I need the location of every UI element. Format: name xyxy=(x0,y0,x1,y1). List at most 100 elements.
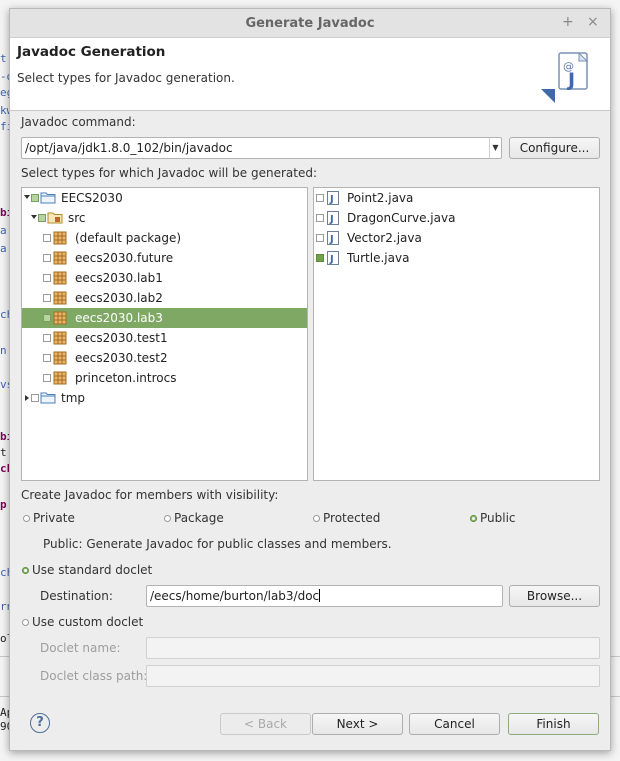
checkbox[interactable] xyxy=(43,254,51,262)
checkbox[interactable] xyxy=(31,394,39,402)
tree-item-tmp[interactable]: tmp xyxy=(22,388,307,408)
tree-item-label: (default package) xyxy=(75,231,182,245)
tree-item-package[interactable]: eecs2030.future xyxy=(22,248,307,268)
file-item-label: DragonCurve.java xyxy=(347,211,456,225)
javadoc-command-combo[interactable]: /opt/java/jdk1.8.0_102/bin/javadoc ▼ xyxy=(21,137,502,159)
checkbox[interactable] xyxy=(43,294,51,302)
source-folder-icon xyxy=(47,212,63,224)
browse-button[interactable]: Browse... xyxy=(509,585,600,607)
file-item[interactable]: J Point2.java xyxy=(314,188,599,208)
checkbox-checked[interactable] xyxy=(316,254,324,262)
doclet-classpath-label: Doclet class path: xyxy=(40,669,148,683)
standard-doclet-label[interactable]: Use standard doclet xyxy=(32,563,152,577)
package-icon xyxy=(53,311,67,325)
tree-item-package[interactable]: eecs2030.test1 xyxy=(22,328,307,348)
help-icon[interactable]: ? xyxy=(30,713,50,733)
svg-text:J: J xyxy=(329,254,334,265)
visibility-description: Public: Generate Javadoc for public clas… xyxy=(43,537,392,551)
expand-arrow-icon[interactable] xyxy=(24,195,30,199)
finish-button[interactable]: Finish xyxy=(508,713,599,735)
tree-item-package[interactable]: eecs2030.test2 xyxy=(22,348,307,368)
tree-item-label: eecs2030.lab1 xyxy=(75,271,163,285)
radio-standard-doclet[interactable] xyxy=(22,567,29,574)
package-tree[interactable]: EECS2030 src (default package) eecs2030.… xyxy=(21,187,308,481)
package-icon xyxy=(53,271,67,285)
radio-private[interactable] xyxy=(23,515,30,522)
radio-package-label[interactable]: Package xyxy=(174,511,224,525)
file-item-label: Point2.java xyxy=(347,191,414,205)
expand-arrow-icon[interactable] xyxy=(31,215,37,219)
package-icon xyxy=(53,231,67,245)
java-file-icon: J xyxy=(327,211,339,225)
checkbox[interactable] xyxy=(43,354,51,362)
checkbox[interactable] xyxy=(38,214,46,222)
package-icon xyxy=(53,291,67,305)
file-item[interactable]: J Vector2.java xyxy=(314,228,599,248)
checkbox[interactable] xyxy=(43,314,51,322)
checkbox[interactable] xyxy=(43,334,51,342)
collapse-arrow-icon[interactable] xyxy=(25,395,29,401)
checkbox[interactable] xyxy=(316,234,324,242)
svg-text:J: J xyxy=(329,194,334,205)
tree-item-label: eecs2030.lab3 xyxy=(75,311,163,325)
bg-fragment: a xyxy=(0,242,7,255)
bg-fragment: t xyxy=(0,52,7,65)
configure-button[interactable]: Configure... xyxy=(509,137,600,159)
radio-private-label[interactable]: Private xyxy=(33,511,75,525)
package-icon xyxy=(53,251,67,265)
bg-fragment: t xyxy=(0,446,7,459)
radio-protected[interactable] xyxy=(313,515,320,522)
destination-field[interactable]: /eecs/home/burton/lab3/doc xyxy=(146,585,503,607)
project-folder-icon xyxy=(40,392,56,404)
custom-doclet-label[interactable]: Use custom doclet xyxy=(32,615,143,629)
radio-public-label[interactable]: Public xyxy=(480,511,516,525)
file-item[interactable]: J DragonCurve.java xyxy=(314,208,599,228)
cancel-button[interactable]: Cancel xyxy=(409,713,500,735)
javadoc-command-label: Javadoc command: xyxy=(21,115,136,129)
visibility-label: Create Javadoc for members with visibili… xyxy=(21,488,279,502)
doclet-name-field[interactable] xyxy=(146,637,600,659)
tree-item-label: princeton.introcs xyxy=(75,371,177,385)
tree-item-package[interactable]: (default package) xyxy=(22,228,307,248)
tree-item-label: tmp xyxy=(61,391,86,405)
radio-package[interactable] xyxy=(164,515,171,522)
tree-item-src[interactable]: src xyxy=(22,208,307,228)
radio-custom-doclet[interactable] xyxy=(22,619,29,626)
next-button[interactable]: Next > xyxy=(312,713,403,735)
svg-text:J: J xyxy=(329,234,334,245)
tree-item-label: eecs2030.test1 xyxy=(75,331,168,345)
java-file-icon: J xyxy=(327,191,339,205)
package-icon xyxy=(53,331,67,345)
checkbox[interactable] xyxy=(31,194,39,202)
radio-public[interactable] xyxy=(470,515,477,522)
svg-text:J: J xyxy=(566,69,575,91)
tree-item-label: eecs2030.test2 xyxy=(75,351,168,365)
tree-item-package-selected[interactable]: eecs2030.lab3 xyxy=(22,308,307,328)
close-icon[interactable]: × xyxy=(587,15,599,29)
tree-item-package[interactable]: princeton.introcs xyxy=(22,368,307,388)
checkbox[interactable] xyxy=(316,194,324,202)
maximize-icon[interactable]: + xyxy=(562,15,574,29)
back-button[interactable]: < Back xyxy=(220,713,311,735)
tree-item-package[interactable]: eecs2030.lab1 xyxy=(22,268,307,288)
page-title: Javadoc Generation xyxy=(17,44,166,60)
title-bar[interactable]: Generate Javadoc + × xyxy=(10,9,610,38)
file-item[interactable]: J Turtle.java xyxy=(314,248,599,268)
window-title: Generate Javadoc xyxy=(245,16,375,31)
page-description: Select types for Javadoc generation. xyxy=(17,71,235,85)
bg-fragment: n xyxy=(0,344,7,357)
svg-text:J: J xyxy=(329,214,334,225)
tree-item-package[interactable]: eecs2030.lab2 xyxy=(22,288,307,308)
checkbox[interactable] xyxy=(316,214,324,222)
radio-protected-label[interactable]: Protected xyxy=(323,511,380,525)
doclet-classpath-field[interactable] xyxy=(146,665,600,687)
dropdown-arrow-icon[interactable]: ▼ xyxy=(489,138,501,158)
checkbox[interactable] xyxy=(43,374,51,382)
checkbox[interactable] xyxy=(43,234,51,242)
checkbox[interactable] xyxy=(43,274,51,282)
wizard-header: Javadoc Generation Select types for Java… xyxy=(10,38,610,111)
tree-item-eecs2030[interactable]: EECS2030 xyxy=(22,188,307,208)
file-item-label: Vector2.java xyxy=(347,231,422,245)
generate-javadoc-dialog: Generate Javadoc + × Javadoc Generation … xyxy=(9,8,611,751)
file-list[interactable]: J Point2.java J DragonCurve.java J Vecto… xyxy=(313,187,600,481)
